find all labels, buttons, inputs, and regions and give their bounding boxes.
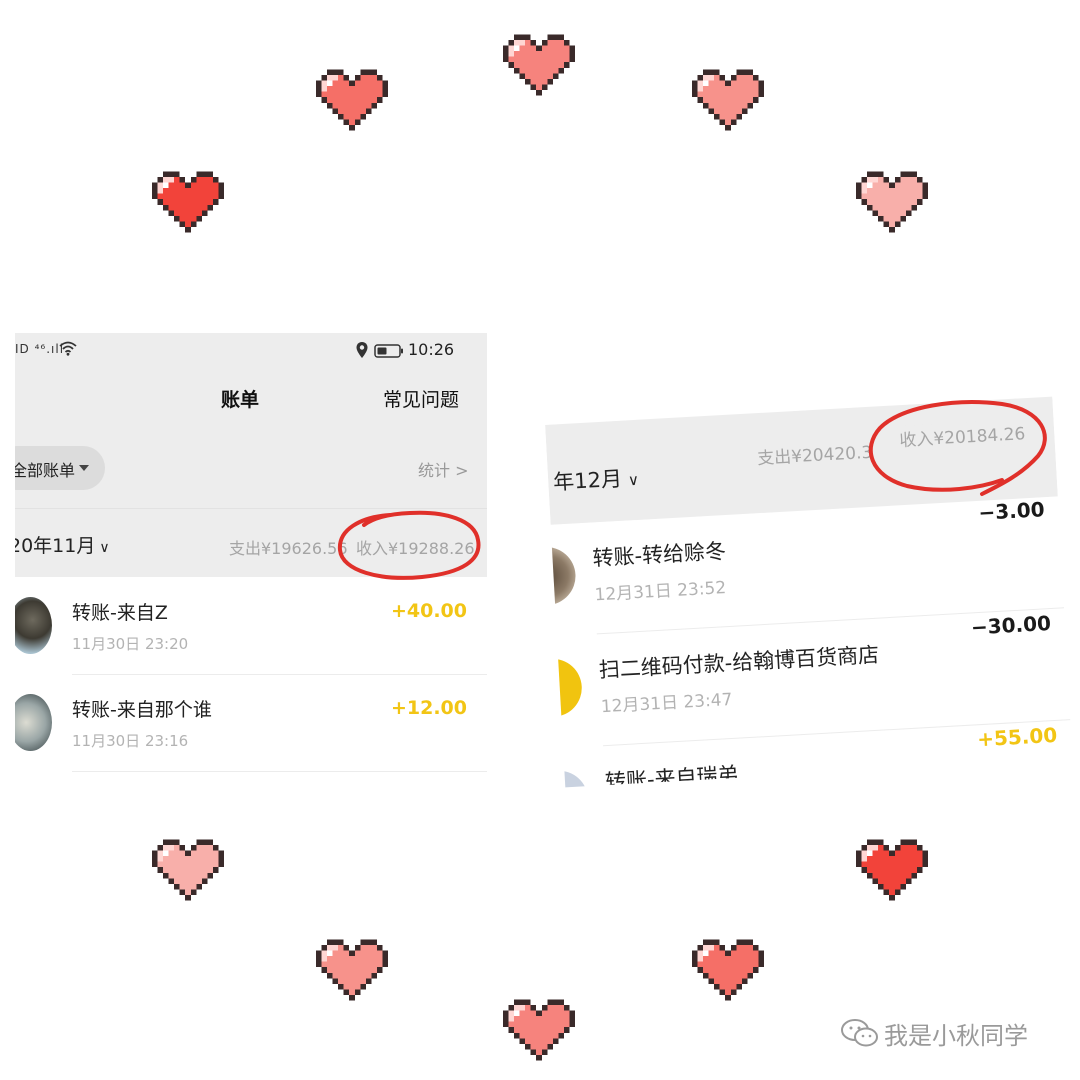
avatar <box>546 657 584 718</box>
avatar <box>15 694 52 751</box>
month-summary: 20年11月 ∨ 支出¥19626.56 收入¥19288.26 <box>15 508 487 577</box>
left-bill-screenshot: ID ⁴⁶.ıll 10:26 账单 常见问题 全部账单 统计 > 20年11月… <box>15 333 487 788</box>
wifi-icon <box>59 341 77 356</box>
status-time: 10:26 <box>408 340 455 359</box>
transaction-row[interactable]: 转账-来自那个谁 11月30日 23:16 +12.00 <box>15 675 487 772</box>
caret-down-icon <box>79 465 89 471</box>
month-label: 年12月 <box>552 466 623 495</box>
month-expense-total: 支出¥19626.56 <box>229 539 348 558</box>
month-selector[interactable]: 年12月 ∨ <box>552 462 640 497</box>
wechat-icon <box>841 1019 878 1047</box>
bill-filter-dropdown[interactable]: 全部账单 <box>15 446 105 490</box>
heart-icon <box>503 33 575 97</box>
watermark-text: 我是小秋同学 <box>884 1022 1028 1050</box>
month-income-total: 收入¥19288.26 <box>354 535 475 559</box>
transaction-amount: +40.00 <box>390 600 467 622</box>
transaction-row[interactable]: 转账-来自Z 11月30日 23:20 +40.00 <box>15 578 487 675</box>
chevron-down-icon: ∨ <box>627 470 640 490</box>
transaction-date: 12月31日 23:47 <box>600 689 733 718</box>
page-title: 账单 <box>220 389 259 411</box>
transaction-date: 11月30日 23:20 <box>72 635 189 653</box>
transaction-amount: +55.00 <box>976 722 1058 752</box>
right-bill-screenshot: 年12月 ∨ 支出¥20420.3 收入¥20184.26 转账-转给赊冬 12月… <box>543 359 1073 788</box>
filter-label: 全部账单 <box>15 461 76 480</box>
transaction-amount: −30.00 <box>970 611 1052 640</box>
battery-icon <box>374 344 403 358</box>
heart-icon <box>692 68 764 132</box>
month-label: 20年11月 <box>15 535 96 557</box>
heart-icon <box>856 838 928 902</box>
heart-icon <box>152 838 224 902</box>
transaction-title: 转账-转给赊冬 <box>591 539 727 571</box>
avatar <box>552 769 590 788</box>
transaction-amount: −3.00 <box>977 497 1046 525</box>
transaction-date: 11月30日 23:16 <box>72 732 189 750</box>
signal-indicator: ID ⁴⁶.ıll <box>15 342 65 356</box>
status-bar: ID ⁴⁶.ıll 10:26 <box>15 333 487 367</box>
statistics-link[interactable]: 统计 > <box>418 457 469 481</box>
transaction-title: 转账-来自那个谁 <box>72 699 212 721</box>
location-icon <box>356 342 368 358</box>
month-selector[interactable]: 20年11月 ∨ <box>15 531 110 558</box>
transaction-title: 转账-来自Z <box>72 602 168 624</box>
avatar <box>543 545 578 606</box>
divider <box>72 771 487 772</box>
faq-link[interactable]: 常见问题 <box>383 385 459 412</box>
heart-icon <box>316 68 388 132</box>
transaction-date: 12月31日 23:52 <box>594 578 727 606</box>
transaction-title: 转账-来自瑞弟 <box>604 762 740 788</box>
heart-icon <box>503 998 575 1062</box>
chevron-down-icon: ∨ <box>99 540 110 556</box>
heart-icon <box>152 170 224 234</box>
heart-icon <box>316 938 388 1002</box>
heart-icon <box>692 938 764 1002</box>
avatar <box>15 597 52 654</box>
transaction-title: 扫二维码付款-给翰博百货商店 <box>598 642 880 683</box>
transaction-amount: +12.00 <box>390 697 467 719</box>
heart-icon <box>856 170 928 234</box>
